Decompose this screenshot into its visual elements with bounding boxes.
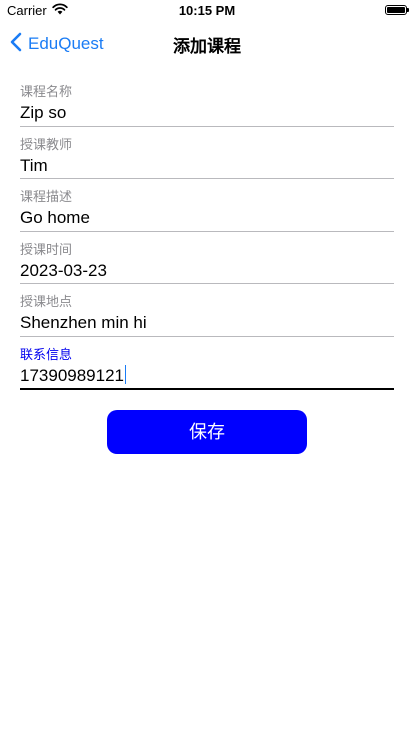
- description-label: 课程描述: [20, 189, 73, 205]
- contact-input[interactable]: 17390989121: [20, 364, 394, 388]
- teacher-label: 授课教师: [20, 136, 73, 152]
- contact-value: 17390989121: [20, 365, 125, 385]
- course-form: 课程名称 Zip so 授课教师 Tim 课程描述 Go home 授课时间 2…: [20, 80, 394, 396]
- time-field[interactable]: 授课时间 2023-03-23: [20, 238, 394, 291]
- text-cursor: [125, 364, 127, 384]
- location-input[interactable]: Shenzhen min hi: [20, 311, 394, 335]
- field-underline: [20, 125, 394, 127]
- field-underline: [20, 283, 394, 285]
- course-name-field[interactable]: 课程名称 Zip so: [20, 80, 394, 133]
- contact-label: 联系信息: [20, 346, 73, 362]
- description-field[interactable]: 课程描述 Go home: [20, 185, 394, 238]
- save-button[interactable]: 保存: [107, 410, 307, 454]
- teacher-field[interactable]: 授课教师 Tim: [20, 133, 394, 186]
- location-field[interactable]: 授课地点 Shenzhen min hi: [20, 290, 394, 343]
- description-input[interactable]: Go home: [20, 206, 394, 230]
- teacher-input[interactable]: Tim: [20, 154, 394, 178]
- status-time: 10:15 PM: [178, 3, 236, 18]
- field-underline-active: [20, 388, 394, 390]
- field-underline: [20, 335, 394, 337]
- contact-field[interactable]: 联系信息 17390989121: [20, 343, 394, 396]
- battery-tip: [407, 8, 409, 12]
- field-underline: [20, 230, 394, 232]
- screen: Carrier 10:15 PM EduQuest 添加课程 课程名称 Zip …: [0, 0, 414, 736]
- field-underline: [20, 178, 394, 180]
- battery-fill: [387, 7, 405, 13]
- course-name-input[interactable]: Zip so: [20, 101, 394, 125]
- nav-bar: EduQuest 添加课程: [0, 22, 414, 66]
- time-input[interactable]: 2023-03-23: [20, 259, 394, 283]
- page-title: 添加课程: [173, 37, 241, 56]
- status-bar: Carrier 10:15 PM: [0, 0, 414, 22]
- battery-icon: [385, 5, 409, 15]
- time-label: 授课时间: [20, 241, 73, 257]
- course-name-label: 课程名称: [20, 84, 73, 99]
- location-label: 授课地点: [20, 294, 73, 310]
